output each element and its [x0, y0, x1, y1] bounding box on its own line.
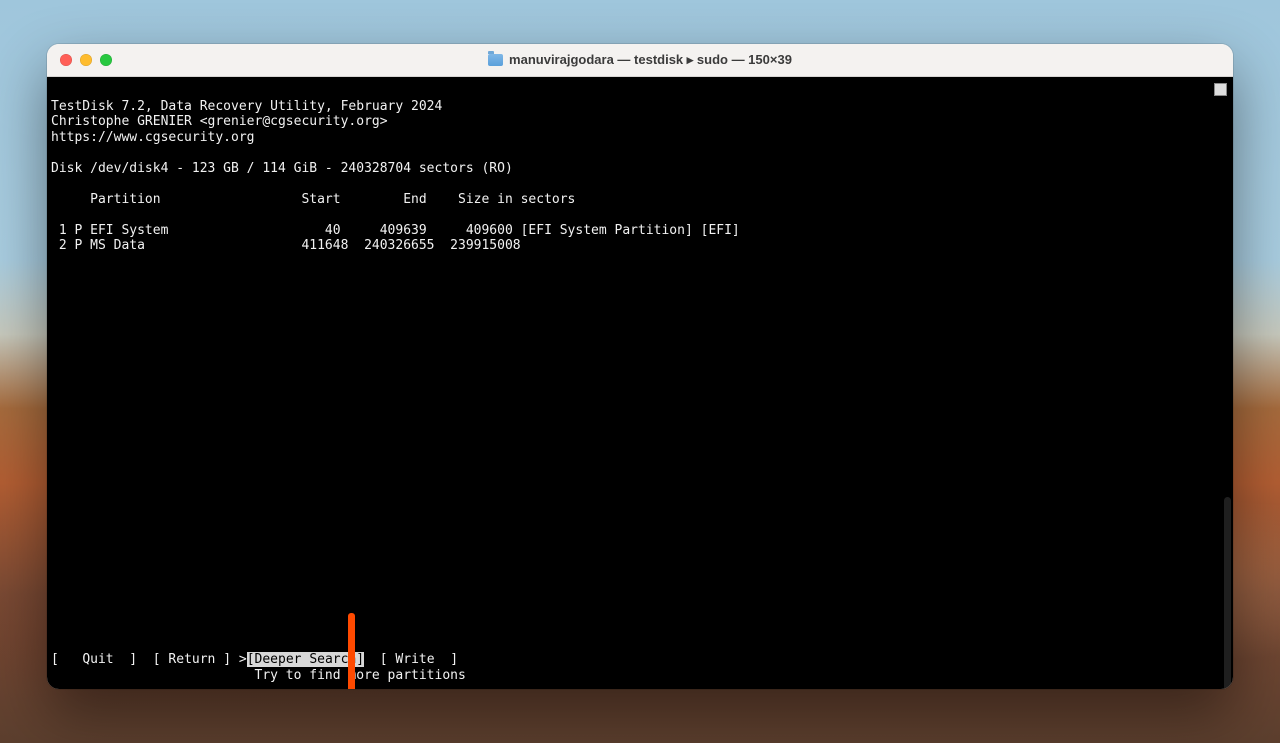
deeper-search-menu-item[interactable]: [Deeper Search]: [247, 652, 364, 668]
author-line: Christophe GRENIER <grenier@cgsecurity.o…: [51, 114, 388, 129]
disk-info-line: Disk /dev/disk4 - 123 GB / 114 GiB - 240…: [51, 161, 513, 176]
window-controls: [47, 54, 112, 66]
window-title: manuvirajgodara — testdisk ▸ sudo — 150×…: [47, 52, 1233, 68]
table-row: 1 P EFI System 40 409639 409600 [EFI Sys…: [51, 223, 740, 238]
write-menu-item[interactable]: Write: [395, 652, 434, 668]
window-title-text: manuvirajgodara — testdisk ▸ sudo — 150×…: [509, 52, 792, 68]
terminal-output: TestDisk 7.2, Data Recovery Utility, Feb…: [47, 77, 1233, 689]
url-line: https://www.cgsecurity.org: [51, 130, 255, 145]
table-row: 2 P MS Data 411648 240326655 239915008: [51, 238, 521, 253]
menu-bar: [ Quit ] [ Return ] >[Deeper Search] [ W…: [51, 652, 458, 668]
quit-menu-item[interactable]: Quit: [82, 652, 113, 668]
minimize-icon[interactable]: [80, 54, 92, 66]
terminal-window: manuvirajgodara — testdisk ▸ sudo — 150×…: [47, 44, 1233, 689]
close-icon[interactable]: [60, 54, 72, 66]
terminal-viewport[interactable]: TestDisk 7.2, Data Recovery Utility, Feb…: [47, 77, 1233, 689]
maximize-icon[interactable]: [100, 54, 112, 66]
selection-caret-icon: >: [239, 652, 247, 668]
partition-table-header: Partition Start End Size in sectors: [51, 192, 575, 207]
app-header-line: TestDisk 7.2, Data Recovery Utility, Feb…: [51, 99, 442, 114]
window-titlebar[interactable]: manuvirajgodara — testdisk ▸ sudo — 150×…: [47, 44, 1233, 77]
return-menu-item[interactable]: Return: [168, 652, 215, 668]
menu-hint: Try to find more partitions: [51, 668, 466, 684]
folder-icon: [488, 54, 503, 66]
